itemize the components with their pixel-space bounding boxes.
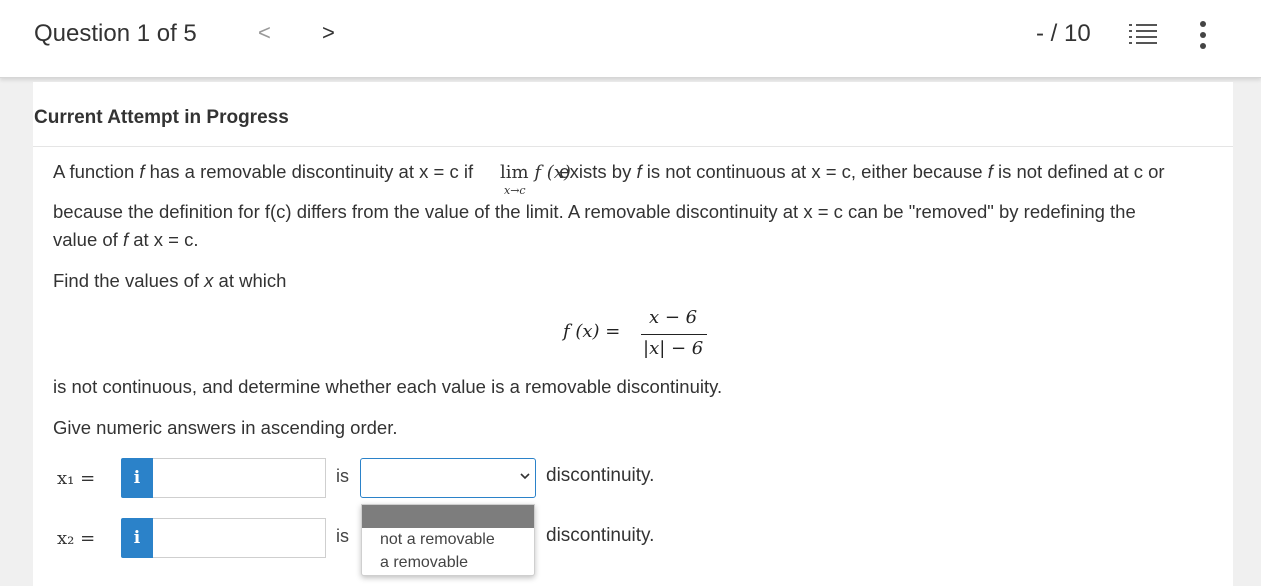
top-bar: Question 1 of 5 < > - / 10: [0, 0, 1261, 78]
dropdown-option-blank[interactable]: [362, 505, 534, 528]
more-vertical-icon[interactable]: [1196, 20, 1210, 50]
info-button-2[interactable]: i: [121, 518, 153, 558]
question-panel: [33, 82, 1233, 586]
chevron-down-icon: [520, 473, 530, 480]
list-numbered-icon[interactable]: [1129, 22, 1157, 48]
x2-label: x₂ =: [57, 528, 96, 549]
discontinuity-label-1: discontinuity.: [546, 465, 655, 486]
is-label-1: is: [336, 466, 349, 486]
question-counter: Question 1 of 5: [34, 20, 197, 47]
info-button-1[interactable]: i: [121, 458, 153, 498]
fraction-bar: [641, 334, 707, 335]
previous-question-button[interactable]: <: [258, 20, 271, 46]
score-label: - / 10: [1036, 20, 1091, 47]
formula-denominator: |x| − 6: [643, 338, 704, 359]
x2-input[interactable]: [153, 518, 326, 558]
discontinuity-label-2: discontinuity.: [546, 525, 655, 546]
next-question-button[interactable]: >: [322, 20, 335, 46]
formula-lhs: f (x) =: [563, 321, 621, 342]
find-text: Find the values of x at which: [53, 270, 287, 291]
x1-input[interactable]: [153, 458, 326, 498]
is-label-2: is: [336, 526, 349, 546]
limit-subscript: x→c: [504, 184, 526, 197]
dropdown-option-not-removable[interactable]: not a removable: [380, 531, 495, 549]
dropdown-option-removable[interactable]: a removable: [380, 554, 468, 572]
dropdown-options-list: not a removable a removable: [361, 504, 535, 576]
instruction-text: Give numeric answers in ascending order.: [53, 417, 398, 438]
divider: [33, 146, 1233, 147]
discontinuity-type-select-1[interactable]: [360, 458, 536, 498]
problem-line-3: value of f at x = c.: [53, 229, 199, 250]
x1-label: x₁ =: [57, 468, 96, 489]
not-continuous-text: is not continuous, and determine whether…: [53, 376, 723, 397]
formula-numerator: x − 6: [649, 307, 698, 328]
problem-line-1: A function f has a removable discontinui…: [53, 161, 1165, 182]
attempt-heading: Current Attempt in Progress: [34, 107, 289, 128]
limit-expression: lim f (x): [500, 162, 571, 183]
problem-line-2: because the definition for f(c) differs …: [53, 201, 1136, 222]
